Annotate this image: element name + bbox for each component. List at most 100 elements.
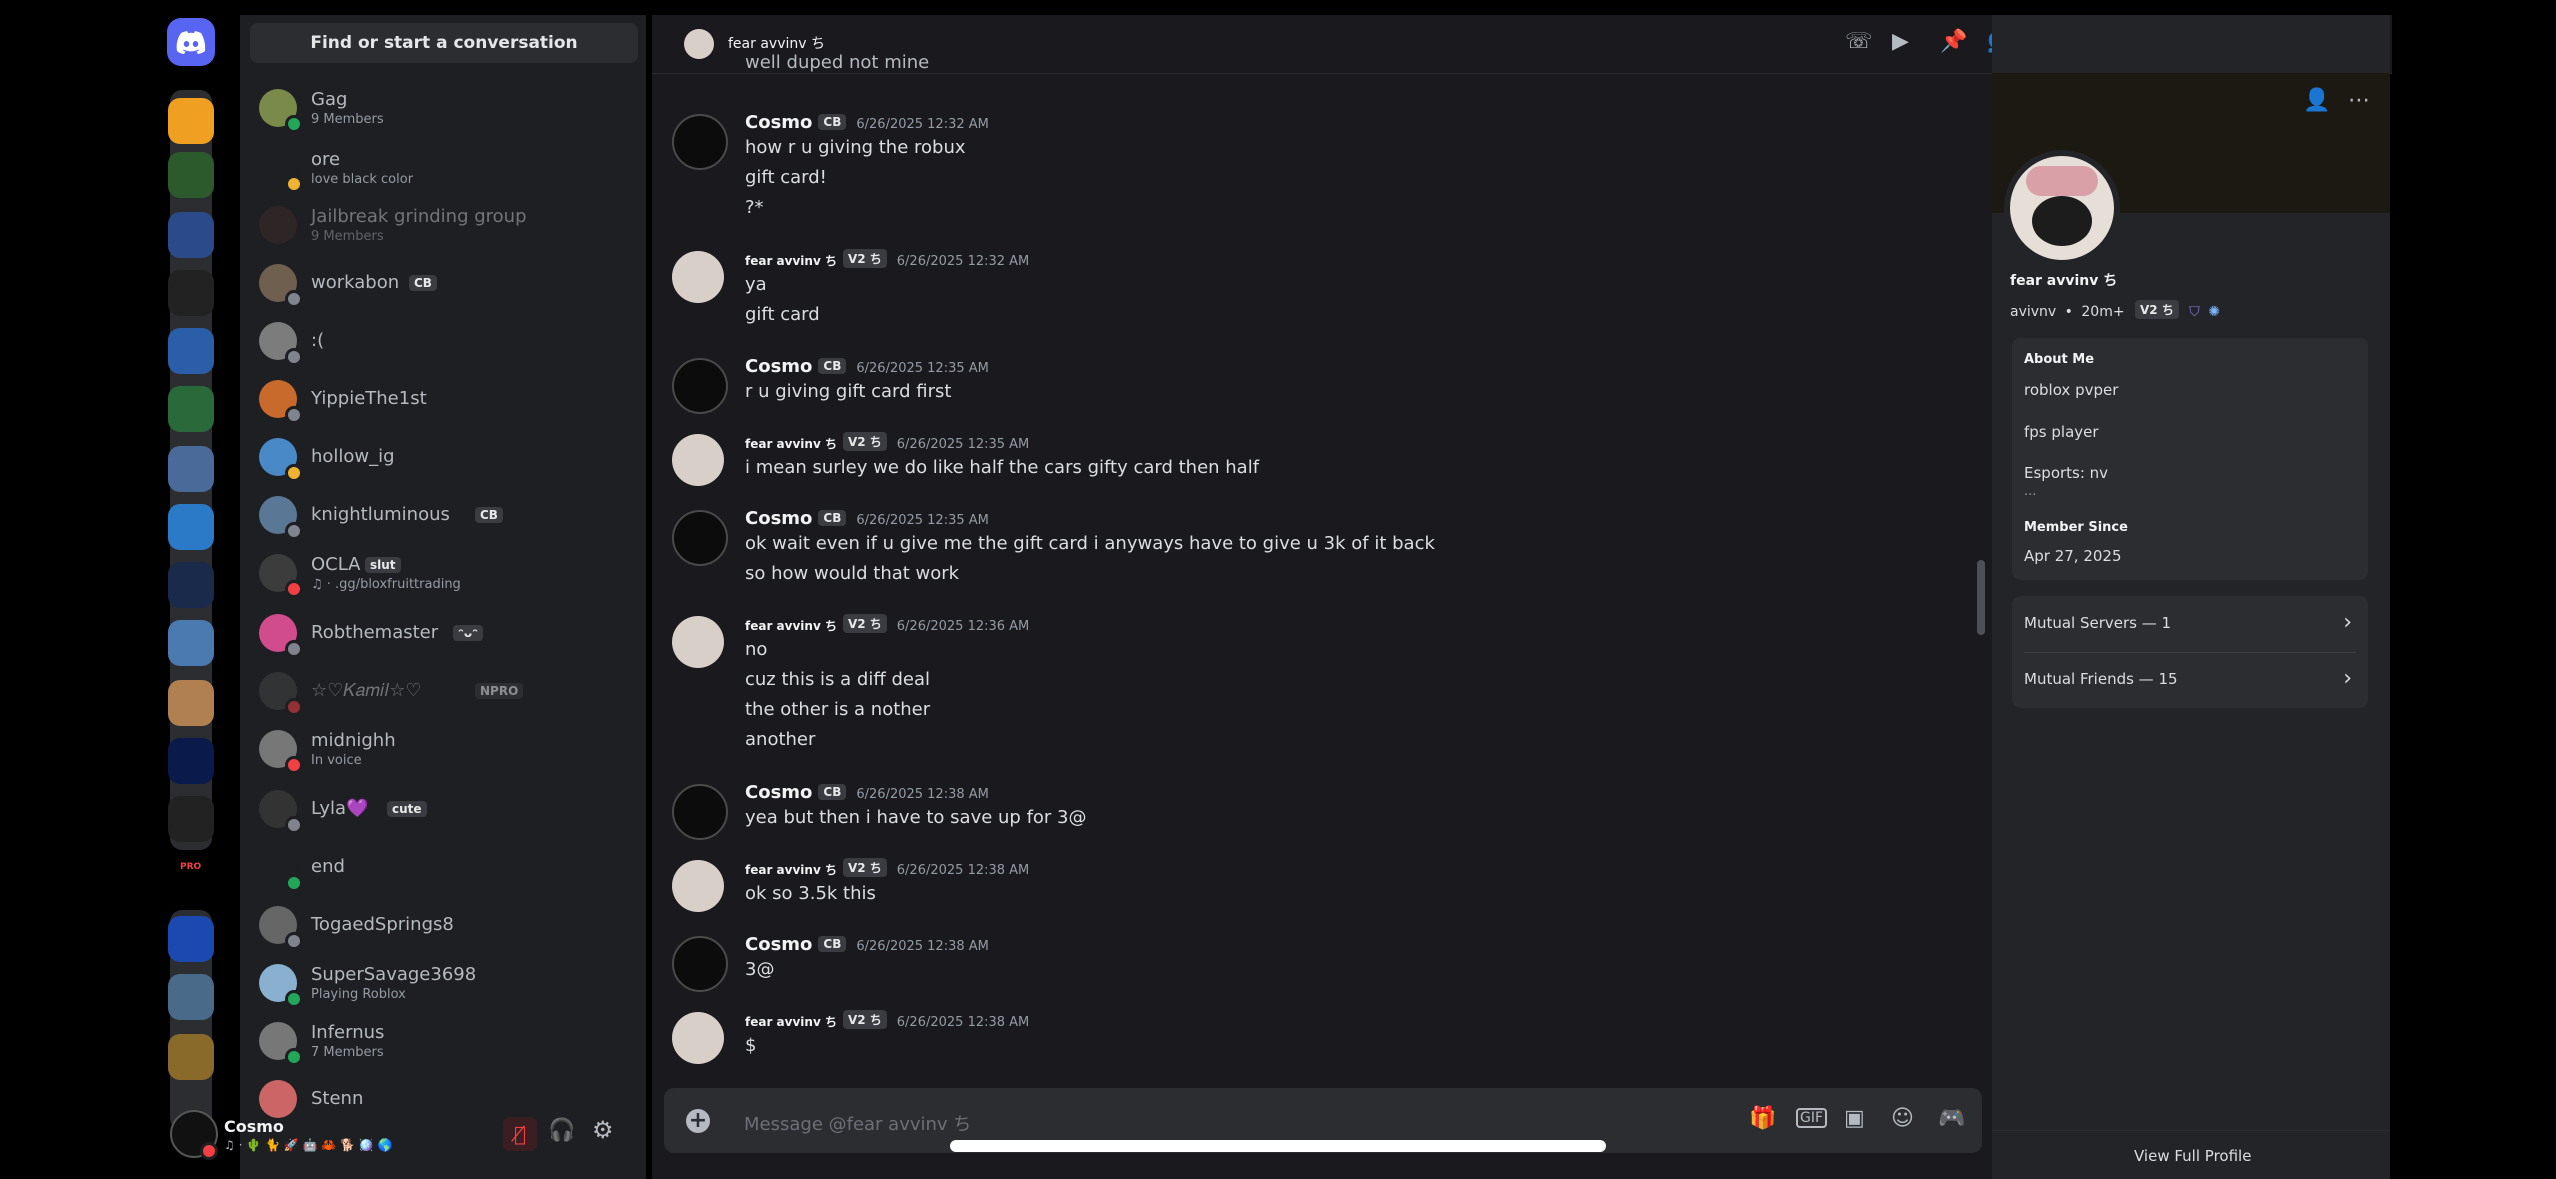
message-avatar[interactable] [672, 860, 724, 912]
dm-item[interactable]: end [255, 842, 635, 892]
pin-icon[interactable]: 📌 [1940, 29, 1967, 54]
message-author[interactable]: fear avvinv ち [745, 863, 837, 877]
nitro-badge-icon: ⛉ [2189, 304, 2200, 320]
headphones-icon[interactable]: 🎧 [548, 1118, 575, 1143]
author-tag: CB [818, 114, 847, 130]
message-author[interactable]: fear avvinv ち [745, 1015, 837, 1029]
message-author[interactable]: Cosmo [745, 934, 812, 955]
mutual-friends-row[interactable]: Mutual Friends — 15 › [2012, 653, 2368, 708]
gif-icon[interactable]: GIF [1796, 1108, 1828, 1128]
mutual-servers-row[interactable]: Mutual Servers — 1 › [2012, 596, 2368, 652]
message-author[interactable]: fear avvinv ち [745, 254, 837, 268]
chat-header-name[interactable]: fear avvinv ち [728, 33, 825, 53]
server-icon[interactable] [168, 562, 214, 608]
message-avatar[interactable] [672, 936, 728, 992]
dm-item[interactable]: workabon CB [255, 258, 635, 308]
server-icon[interactable] [168, 98, 214, 144]
dm-subtitle: Playing Roblox [311, 987, 406, 1002]
server-icon[interactable] [168, 620, 214, 666]
server-icon[interactable] [168, 152, 214, 198]
server-icon[interactable] [168, 504, 214, 550]
dm-item[interactable]: :( [255, 316, 635, 366]
more-options-icon[interactable]: ⋯ [2348, 88, 2370, 113]
message-text: ok so 3.5k this [745, 883, 876, 904]
message-avatar[interactable] [672, 510, 728, 566]
dm-item[interactable]: YippieThe1st [255, 374, 635, 424]
emoji-icon[interactable]: ☺ [1891, 1106, 1914, 1131]
message-input[interactable]: Message @fear avvinv ち [744, 1110, 971, 1136]
dm-name: OCLA [311, 554, 361, 575]
gift-icon[interactable]: 🎁 [1749, 1106, 1776, 1131]
message-header: fear avvinv ち V2 ち 6/26/2025 12:36 AM [745, 614, 1029, 635]
sticker-icon[interactable]: ▣ [1844, 1106, 1865, 1131]
game-controller-icon[interactable]: 🎮 [1938, 1106, 1965, 1131]
status-icon [285, 640, 303, 658]
dm-item[interactable]: midnighh In voice [255, 724, 635, 774]
author-tag: V2 ち [842, 432, 887, 451]
message-avatar[interactable] [672, 251, 724, 303]
server-icon[interactable] [168, 738, 214, 784]
dm-subtitle: love black color [311, 172, 414, 187]
message-avatar[interactable] [672, 114, 728, 170]
server-icon[interactable] [168, 386, 214, 432]
dm-name: ☆♡𝐾𝑎𝑚𝑖𝑙☆♡ [311, 680, 422, 701]
message-author[interactable]: fear avvinv ち [745, 437, 837, 451]
server-icon[interactable] [168, 680, 214, 726]
message-avatar[interactable] [672, 784, 728, 840]
message-text: gift card! [745, 167, 827, 188]
server-icon[interactable] [168, 212, 214, 258]
dm-item[interactable]: TogaedSprings8 [255, 900, 635, 950]
server-icon[interactable] [168, 1034, 214, 1080]
server-icon[interactable] [168, 974, 214, 1020]
author-tag: V2 ち [842, 249, 887, 268]
server-icon[interactable] [168, 270, 214, 316]
dm-item[interactable]: OCLA slut ♫ · .gg/bloxfruittrading [255, 548, 635, 598]
message-header: fear avvinv ち V2 ち 6/26/2025 12:38 AM [745, 858, 1029, 879]
profile-avatar[interactable] [2004, 150, 2120, 266]
message-avatar[interactable] [672, 358, 728, 414]
status-icon [285, 522, 303, 540]
message-author[interactable]: Cosmo [745, 782, 812, 803]
chat-scrollbar[interactable] [1977, 560, 1985, 635]
message-avatar[interactable] [672, 616, 724, 668]
phone-call-icon[interactable]: ☏ [1845, 29, 1873, 54]
status-icon [285, 406, 303, 424]
dm-item[interactable]: Infernus 7 Members [255, 1016, 635, 1066]
message-avatar[interactable] [672, 434, 724, 486]
message-author[interactable]: Cosmo [745, 508, 812, 529]
attach-plus-icon[interactable]: + [686, 1109, 710, 1133]
status-icon [285, 464, 303, 482]
video-call-icon[interactable]: ▶ [1892, 29, 1909, 54]
message-author[interactable]: Cosmo [745, 356, 812, 377]
view-full-profile-link[interactable]: View Full Profile [2134, 1147, 2251, 1165]
message-timestamp: 6/26/2025 12:38 AM [856, 787, 989, 802]
server-icon[interactable] [168, 916, 214, 962]
dm-item[interactable]: hollow_ig [255, 432, 635, 482]
message-timestamp: 6/26/2025 12:35 AM [856, 513, 989, 528]
dm-item[interactable]: Gag 9 Members [255, 83, 635, 133]
server-icon[interactable] [168, 796, 214, 842]
dm-item[interactable]: ☆♡𝐾𝑎𝑚𝑖𝑙☆♡ NPRO [255, 666, 635, 716]
message-text: so how would that work [745, 563, 960, 584]
dm-name: YippieThe1st [311, 388, 427, 409]
dm-item[interactable]: Robthemaster ᵔᴗᵔ [255, 608, 635, 658]
current-user-status: ♫ · 🌵 🐈 🚀 🤖 🦀 🐕 🪩 🌎 [224, 1138, 393, 1152]
dm-tag: CB [475, 507, 503, 523]
dm-item[interactable]: Jailbreak grinding group 9 Members [255, 200, 635, 250]
mute-mic-icon[interactable]: 🎙̸ [503, 1117, 537, 1151]
dm-item[interactable]: Lyla💜 cute [255, 784, 635, 834]
add-friend-icon[interactable]: 👤 [2303, 88, 2330, 113]
message-timestamp: 6/26/2025 12:32 AM [896, 254, 1030, 269]
message-author[interactable]: Cosmo [745, 112, 812, 133]
dm-item[interactable]: SuperSavage3698 Playing Roblox [255, 958, 635, 1008]
discord-home-button[interactable] [167, 18, 215, 66]
find-conversation-button[interactable]: Find or start a conversation [250, 23, 638, 63]
dm-item[interactable]: knightluminous CB [255, 490, 635, 540]
dm-item[interactable]: ore love black color [255, 143, 635, 193]
settings-gear-icon[interactable]: ⚙ [592, 1116, 614, 1144]
server-icon[interactable] [168, 446, 214, 492]
message-avatar[interactable] [672, 1012, 724, 1064]
author-tag: V2 ち [842, 858, 887, 877]
message-author[interactable]: fear avvinv ち [745, 619, 837, 633]
server-icon[interactable] [168, 328, 214, 374]
